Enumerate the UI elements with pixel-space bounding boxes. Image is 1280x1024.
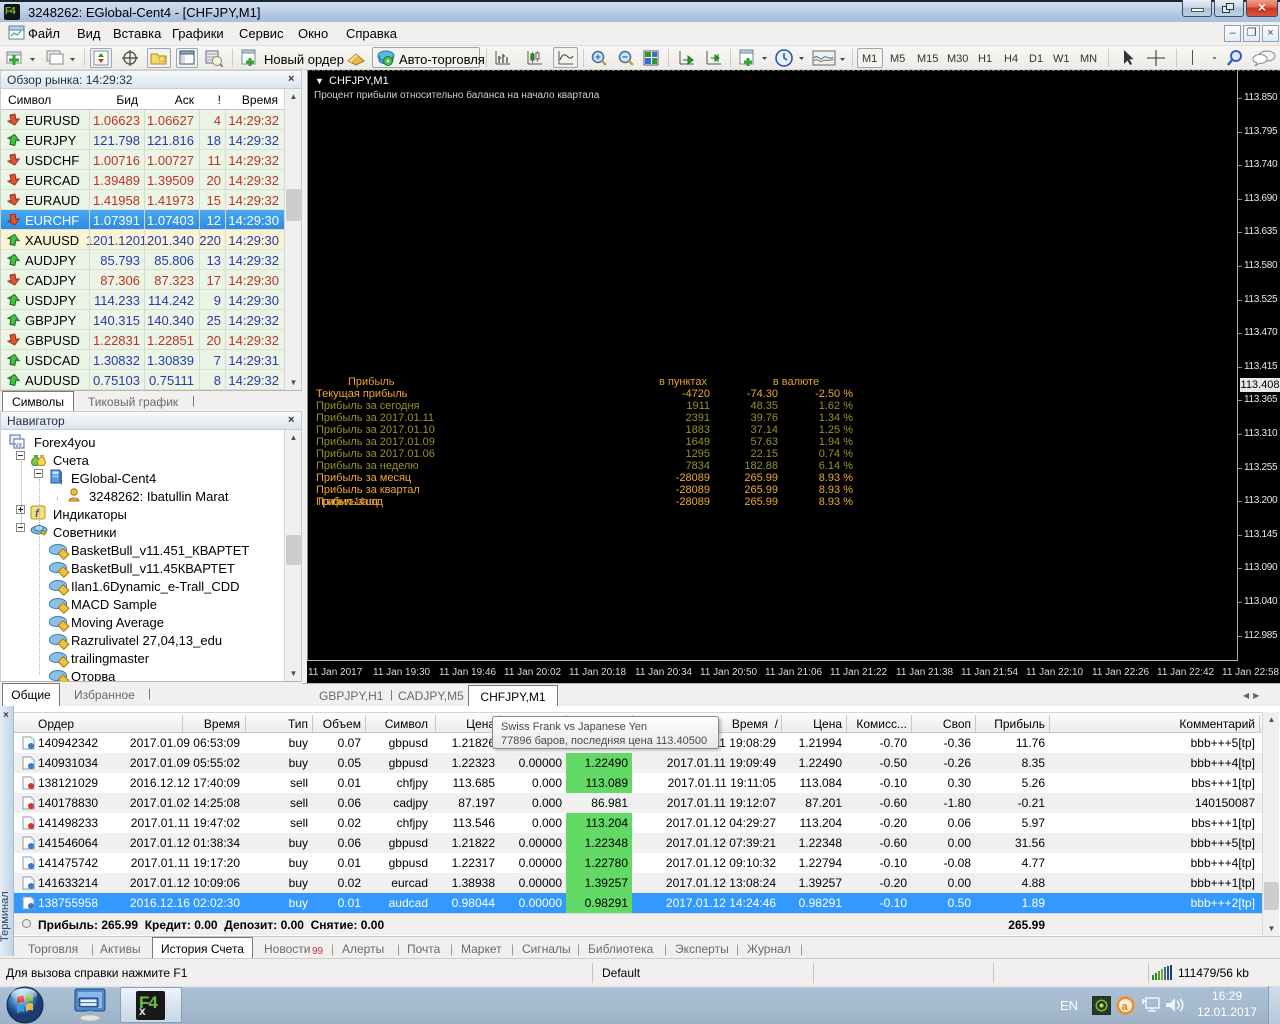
svg-text:vx: vx	[15, 442, 23, 449]
svg-text:a: a	[1122, 1001, 1129, 1013]
